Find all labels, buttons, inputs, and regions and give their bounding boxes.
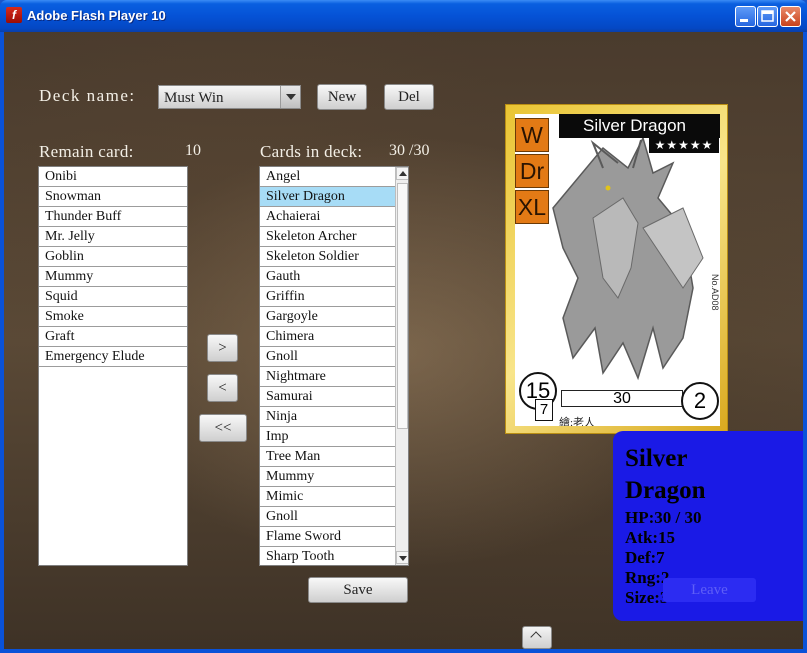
maximize-icon <box>761 10 774 22</box>
scroll-up-button[interactable] <box>396 167 408 180</box>
cards-in-deck-count: 30 /30 <box>389 142 430 159</box>
list-item[interactable]: Skeleton Soldier <box>260 247 395 267</box>
minimize-icon <box>740 19 748 22</box>
title-bar[interactable]: f Adobe Flash Player 10 <box>0 0 807 32</box>
list-item[interactable]: Ninja <box>260 407 395 427</box>
add-card-button[interactable]: > <box>207 334 238 362</box>
flash-icon: f <box>6 7 22 23</box>
remain-card-list[interactable]: Onibi Snowman Thunder Buff Mr. Jelly Gob… <box>38 166 188 566</box>
deck-select-value: Must Win <box>164 90 224 106</box>
list-item[interactable]: Emergency Elude <box>39 347 187 367</box>
deck-select[interactable]: Must Win <box>158 85 301 109</box>
list-item[interactable]: Smoke <box>39 307 187 327</box>
card-name: Silver Dragon <box>559 114 720 138</box>
list-item[interactable]: Mummy <box>260 467 395 487</box>
deck-name-label: Deck name: <box>39 86 136 105</box>
list-item[interactable]: Imp <box>260 427 395 447</box>
card-preview: Silver Dragon ★★★★★ W Dr XL No.AD08 30 1… <box>505 104 728 434</box>
list-item[interactable]: Gauth <box>260 267 395 287</box>
window-title: Adobe Flash Player 10 <box>27 8 166 23</box>
list-item[interactable]: Griffin <box>260 287 395 307</box>
minimize-button[interactable] <box>735 6 756 27</box>
list-item[interactable]: Mimic <box>260 487 395 507</box>
card-artist: 繪:老人 <box>559 417 596 426</box>
list-item[interactable]: Sharp Tooth <box>260 547 395 565</box>
new-deck-button[interactable]: New <box>317 84 367 110</box>
info-size: Size:3 <box>625 588 669 607</box>
card-number: No.AD08 <box>710 274 720 311</box>
list-item[interactable]: Tree Man <box>260 447 395 467</box>
info-atk: Atk:15 <box>625 528 676 547</box>
list-item[interactable]: Gnoll <box>260 507 395 527</box>
deck-card-list[interactable]: Angel Silver Dragon Achaierai Skeleton A… <box>259 166 409 566</box>
deck-list-scrollbar[interactable] <box>395 167 408 565</box>
list-item[interactable]: Nightmare <box>260 367 395 387</box>
list-item[interactable]: Gnoll <box>260 347 395 367</box>
leave-button[interactable]: Leave <box>663 578 756 602</box>
card-def: 7 <box>535 399 553 421</box>
close-icon <box>785 11 796 22</box>
list-item[interactable]: Mr. Jelly <box>39 227 187 247</box>
list-item[interactable]: Goblin <box>39 247 187 267</box>
delete-deck-button[interactable]: Del <box>384 84 434 110</box>
scroll-down-button[interactable] <box>396 551 408 564</box>
list-item[interactable]: Snowman <box>39 187 187 207</box>
list-item[interactable]: Samurai <box>260 387 395 407</box>
chevron-up-icon <box>530 631 542 643</box>
info-hp: HP:30 / 30 <box>625 508 702 527</box>
card-tag-type: W <box>515 118 549 152</box>
scroll-thumb[interactable] <box>397 183 408 429</box>
maximize-button[interactable] <box>757 6 778 27</box>
card-tag-race: Dr <box>515 154 549 188</box>
remove-card-button[interactable]: < <box>207 374 238 402</box>
remain-card-label: Remain card: <box>39 142 134 161</box>
close-button[interactable] <box>780 6 801 27</box>
chevron-down-icon[interactable] <box>280 86 300 108</box>
info-def: Def:7 <box>625 548 665 567</box>
list-item[interactable]: Flame Sword <box>260 527 395 547</box>
card-hp: 30 <box>561 390 683 407</box>
remove-all-button[interactable]: << <box>199 414 247 442</box>
save-button[interactable]: Save <box>308 577 408 603</box>
list-item[interactable]: Skeleton Archer <box>260 227 395 247</box>
list-item[interactable]: Chimera <box>260 327 395 347</box>
cards-in-deck-label: Cards in deck: <box>260 142 363 161</box>
info-card-name: Silver Dragon <box>625 445 706 504</box>
dragon-illustration <box>552 135 704 381</box>
list-item[interactable]: Squid <box>39 287 187 307</box>
up-button[interactable] <box>522 626 552 649</box>
card-rng: 2 <box>681 382 719 420</box>
card-stars: ★★★★★ <box>649 138 719 153</box>
list-item[interactable]: Angel <box>260 167 395 187</box>
flash-player-window: f Adobe Flash Player 10 Deck name: Must … <box>0 0 807 653</box>
list-item[interactable]: Thunder Buff <box>39 207 187 227</box>
list-item[interactable]: Achaierai <box>260 207 395 227</box>
card-tag-size: XL <box>515 190 549 224</box>
card-face: Silver Dragon ★★★★★ W Dr XL No.AD08 30 1… <box>515 114 720 426</box>
remain-card-count: 10 <box>185 142 201 159</box>
list-item-selected[interactable]: Silver Dragon <box>260 187 395 207</box>
list-item[interactable]: Mummy <box>39 267 187 287</box>
list-item[interactable]: Onibi <box>39 167 187 187</box>
game-stage: Deck name: Must Win New Del Remain card:… <box>4 32 803 649</box>
list-item[interactable]: Graft <box>39 327 187 347</box>
list-item[interactable]: Gargoyle <box>260 307 395 327</box>
